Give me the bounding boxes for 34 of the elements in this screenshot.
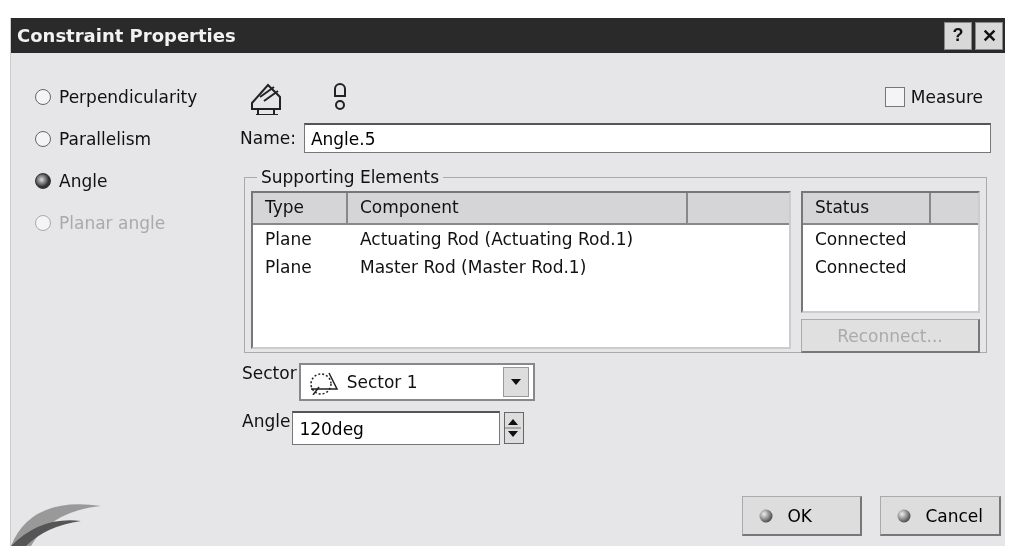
field-label: Sector [242, 363, 297, 383]
dialog-button[interactable]: Cancel [880, 496, 1001, 536]
name-field[interactable]: Angle.5 [303, 123, 991, 153]
table-cell-text: Plane [265, 256, 313, 279]
table-cell-text: Actuating Rod (Actuating Rod.1) [360, 228, 635, 251]
radio-label: Planar angle [59, 213, 166, 233]
checkbox-label: Measure [910, 87, 983, 107]
sector-dropdown[interactable]: Sector 1 [298, 363, 535, 401]
field-label: Angle [242, 411, 291, 431]
radio-label: Parallelism [59, 129, 152, 149]
field-label: Name: [240, 128, 296, 148]
column-header[interactable]: Component [348, 193, 688, 225]
radio-button[interactable] [35, 131, 51, 147]
radio-label: Angle [59, 171, 108, 191]
group-title: Supporting Elements [260, 167, 441, 187]
table-cell-text: Plane [265, 228, 313, 251]
radio-label: Perpendicularity [59, 87, 198, 107]
table-cell-text: Connected [815, 256, 907, 279]
measure-checkbox[interactable] [884, 87, 905, 107]
sphere-icon [759, 508, 774, 523]
dropdown-value: Sector 1 [346, 372, 418, 392]
column-header[interactable]: Type [253, 193, 348, 225]
radio-button[interactable] [35, 89, 51, 105]
radio-button[interactable] [35, 173, 51, 189]
title-bar-button[interactable]: ✕ [975, 21, 1003, 50]
table-cell-text: Connected [815, 228, 907, 251]
table-cell-text: Master Rod (Master Rod.1) [360, 256, 588, 279]
dialog-button[interactable]: OK [742, 496, 863, 536]
sphere-icon [897, 508, 912, 523]
angle-field[interactable]: 120deg [292, 411, 501, 445]
link-icon[interactable] [332, 82, 348, 112]
window-title: Constraint Properties [17, 25, 236, 46]
title-bar-button[interactable]: ? [944, 21, 972, 50]
spin-buttons[interactable] [504, 412, 525, 444]
